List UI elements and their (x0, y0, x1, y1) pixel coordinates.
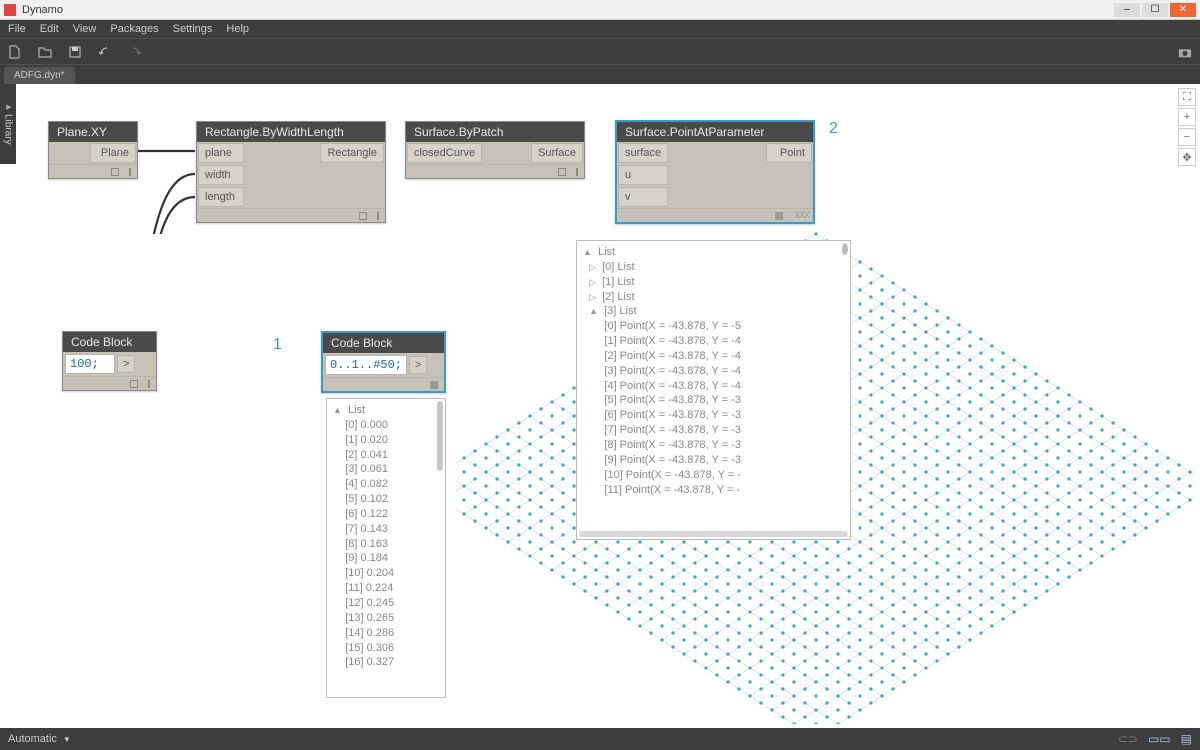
statusbar: Automatic ▼ ⊂⊃ ▭▭ ▤ (0, 728, 1200, 750)
annotation-2: 2 (829, 120, 838, 138)
node-surface-pointatparameter[interactable]: Surface.PointAtParameter surface u v Poi… (615, 120, 815, 224)
node-surface-bypatch[interactable]: Surface.ByPatch closedCurve Surface (405, 121, 585, 179)
camera-icon[interactable] (1178, 45, 1192, 59)
preview-list-codeblock[interactable]: ▲ List [0] 0.000 [1] 0.020 [2] 0.041 [3]… (326, 398, 446, 698)
save-icon[interactable] (68, 45, 82, 59)
node-footer (406, 164, 584, 178)
inport-surface[interactable]: surface (618, 143, 668, 163)
menu-packages[interactable]: Packages (110, 23, 158, 35)
run-mode[interactable]: Automatic (8, 733, 57, 745)
zoom-out-icon[interactable]: − (1178, 128, 1196, 146)
node-rectangle[interactable]: Rectangle.ByWidthLength plane width leng… (196, 121, 386, 223)
outport-code[interactable]: > (409, 356, 427, 374)
pan-icon[interactable]: ✥ (1178, 148, 1196, 166)
node-code-block-2[interactable]: Code Block 0..1..#50; > (321, 331, 446, 393)
redo-icon[interactable] (128, 45, 142, 59)
outport-surface[interactable]: Surface (531, 143, 583, 163)
scrollbar-horizontal[interactable] (579, 531, 848, 537)
code-input[interactable]: 0..1..#50; (325, 355, 407, 375)
node-code-block-1[interactable]: Code Block 100; > (62, 331, 157, 391)
tabbar: ADFG.dyn* (0, 64, 1200, 84)
inport-length[interactable]: length (198, 187, 244, 207)
menu-view[interactable]: View (73, 23, 97, 35)
inport-width[interactable]: width (198, 165, 244, 185)
3d-view-icon[interactable]: ▭▭ (1148, 732, 1171, 746)
menu-file[interactable]: File (8, 23, 26, 35)
scrollbar-vertical[interactable] (437, 401, 443, 471)
maximize-button[interactable]: ☐ (1142, 3, 1168, 17)
graph-view-icon[interactable]: ⊂⊃ (1118, 732, 1138, 746)
node-title: Code Block (63, 332, 156, 352)
zoom-in-icon[interactable]: + (1178, 108, 1196, 126)
titlebar: Dynamo – ☐ ✕ (0, 0, 1200, 20)
undo-icon[interactable] (98, 45, 112, 59)
node-title: Surface.PointAtParameter (617, 122, 813, 142)
annotation-1: 1 (273, 336, 282, 354)
app-logo-icon (4, 4, 16, 16)
node-title: Rectangle.ByWidthLength (197, 122, 385, 142)
toolbar (0, 38, 1200, 64)
menu-edit[interactable]: Edit (40, 23, 59, 35)
node-footer (63, 376, 156, 390)
graph-canvas[interactable]: Plane.XY Plane Rectangle.ByWidthLength p… (16, 84, 1200, 728)
run-mode-caret-icon[interactable]: ▼ (63, 735, 71, 744)
node-plane-xy[interactable]: Plane.XY Plane (48, 121, 138, 179)
menubar: File Edit View Packages Settings Help (0, 20, 1200, 38)
new-file-icon[interactable] (8, 45, 22, 59)
outport-code[interactable]: > (117, 355, 135, 373)
node-footer (197, 208, 385, 222)
outport-plane[interactable]: Plane (90, 143, 136, 163)
menu-help[interactable]: Help (226, 23, 249, 35)
outport-rectangle[interactable]: Rectangle (320, 143, 384, 163)
scrollbar-vertical[interactable] (842, 243, 848, 255)
node-footer: XXX (617, 208, 813, 222)
node-footer (49, 164, 137, 178)
outport-point[interactable]: Point (766, 143, 812, 163)
inport-v[interactable]: v (618, 187, 668, 207)
close-button[interactable]: ✕ (1170, 3, 1196, 17)
open-icon[interactable] (38, 45, 52, 59)
library-sidebar[interactable]: ▶ Library (0, 84, 16, 164)
tab-file[interactable]: ADFG.dyn* (4, 67, 75, 84)
node-footer (323, 377, 444, 391)
detail-view-icon[interactable]: ▤ (1181, 732, 1192, 746)
view-controls: ⛶ + − ✥ (1178, 88, 1196, 166)
fit-view-icon[interactable]: ⛶ (1178, 88, 1196, 106)
inport-u[interactable]: u (618, 165, 668, 185)
node-title: Code Block (323, 333, 444, 353)
node-title: Surface.ByPatch (406, 122, 584, 142)
inport-plane[interactable]: plane (198, 143, 244, 163)
minimize-button[interactable]: – (1114, 3, 1140, 17)
node-title: Plane.XY (49, 122, 137, 142)
preview-list-points[interactable]: ▲ List ▷ [0] List ▷ [1] List ▷ [2] List … (576, 240, 851, 540)
menu-settings[interactable]: Settings (173, 23, 213, 35)
inport-closedcurve[interactable]: closedCurve (407, 143, 482, 163)
window-buttons: – ☐ ✕ (1114, 3, 1196, 17)
code-input[interactable]: 100; (65, 354, 115, 374)
app-title: Dynamo (22, 4, 63, 16)
